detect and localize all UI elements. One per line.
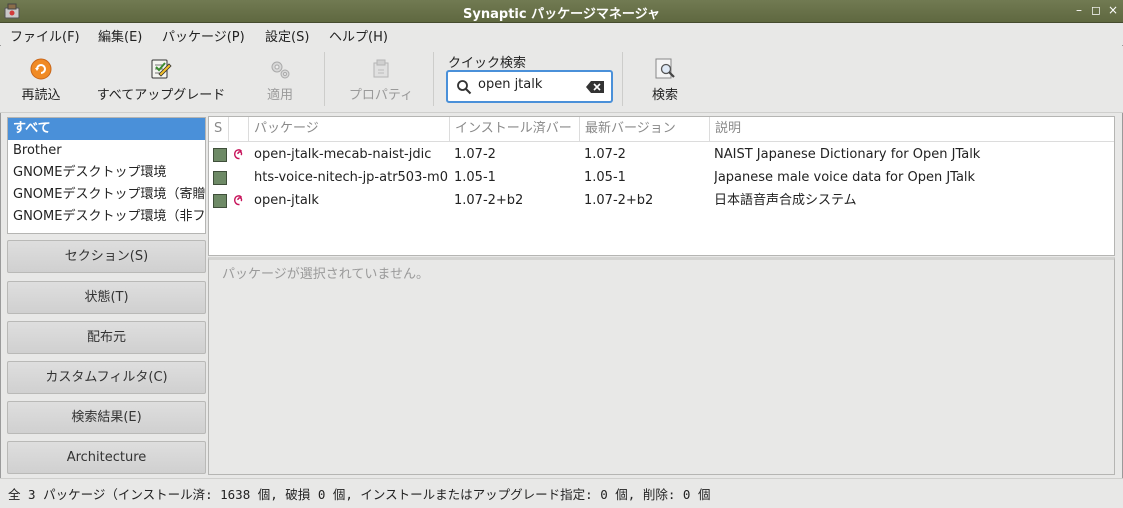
quick-search-input[interactable]: [478, 77, 586, 92]
installed-version: 1.07-2: [454, 147, 496, 162]
package-detail-pane: パッケージが選択されていません。: [208, 257, 1115, 475]
quick-search-field[interactable]: [446, 70, 613, 103]
filter-item-all[interactable]: すべて: [8, 118, 205, 140]
package-name: hts-voice-nitech-jp-atr503-m0: [254, 170, 448, 185]
toolbar-separator: [324, 52, 325, 106]
column-installed[interactable]: インストール済バー: [450, 117, 580, 141]
toolbar-separator: [433, 52, 434, 106]
custom-filter-button[interactable]: カスタムフィルタ(C): [7, 361, 206, 394]
filter-item[interactable]: GNOMEデスクトップ環境: [8, 162, 205, 184]
reload-button[interactable]: 再読込: [12, 52, 70, 108]
upgrade-all-icon: [151, 59, 172, 79]
menu-settings[interactable]: 設定(S): [265, 26, 309, 45]
gears-icon: [271, 61, 290, 79]
package-name: open-jtalk-mecab-naist-jdic: [254, 147, 432, 162]
architecture-button[interactable]: Architecture: [7, 441, 206, 474]
status-button[interactable]: 状態(T): [7, 281, 206, 314]
filter-item[interactable]: GNOMEデスクトップ環境（寄贈: [8, 184, 205, 206]
properties-icon: [373, 59, 389, 78]
installed-version: 1.05-1: [454, 170, 496, 185]
column-status[interactable]: S: [209, 117, 229, 141]
window-title: Synaptic パッケージマネージャ: [463, 7, 660, 22]
package-list: S パッケージ インストール済バー 最新バージョン 説明 open-jtalk-…: [208, 116, 1115, 256]
package-description: 日本語音声合成システム: [714, 193, 857, 208]
table-row[interactable]: hts-voice-nitech-jp-atr503-m0 1.05-1 1.0…: [209, 166, 1114, 189]
menu-bar: ファイル(F) 編集(E) パッケージ(P) 設定(S) ヘルプ(H): [0, 23, 1123, 45]
origin-button[interactable]: 配布元: [7, 321, 206, 354]
debian-icon: [234, 195, 243, 206]
status-bar: 全 3 パッケージ（インストール済: 1638 個, 破損 0 個, インストー…: [0, 478, 1123, 508]
filter-list: すべて Brother GNOMEデスクトップ環境 GNOMEデスクトップ環境（…: [7, 117, 206, 234]
minimize-icon[interactable]: –: [1072, 3, 1086, 17]
menu-file[interactable]: ファイル(F): [10, 26, 80, 45]
detail-message: パッケージが選択されていません。: [222, 267, 429, 282]
installed-checkbox[interactable]: [213, 194, 227, 208]
apply-button[interactable]: 適用: [258, 52, 302, 108]
menu-edit[interactable]: 編集(E): [98, 26, 142, 45]
magnifier-icon: [457, 80, 472, 95]
package-list-header: S パッケージ インストール済バー 最新バージョン 説明: [209, 117, 1114, 142]
column-description[interactable]: 説明: [710, 117, 1114, 141]
reload-icon: [30, 58, 52, 80]
filter-item[interactable]: Brother: [8, 140, 205, 162]
window-titlebar: Synaptic パッケージマネージャ – ◻ ×: [0, 0, 1123, 23]
properties-label: プロパティ: [348, 88, 414, 103]
search-icon: [655, 58, 675, 79]
apply-label: 適用: [266, 88, 293, 103]
sections-button[interactable]: セクション(S): [7, 240, 206, 273]
search-button[interactable]: 検索: [643, 52, 687, 108]
filter-item[interactable]: GNOMEデスクトップ環境（非フ: [8, 206, 205, 228]
search-label: 検索: [651, 88, 678, 103]
clear-icon[interactable]: [586, 81, 604, 93]
package-description: NAIST Japanese Dictionary for Open JTalk: [714, 147, 981, 162]
package-description: Japanese male voice data for Open JTalk: [714, 170, 976, 185]
reload-label: 再読込: [21, 88, 61, 103]
installed-checkbox[interactable]: [213, 171, 227, 185]
quick-search-label: クイック検索: [448, 56, 527, 71]
column-package[interactable]: パッケージ: [249, 117, 450, 141]
properties-button[interactable]: プロパティ: [345, 52, 417, 108]
search-results-button[interactable]: 検索結果(E): [7, 401, 206, 434]
column-latest[interactable]: 最新バージョン: [580, 117, 710, 141]
upgrade-all-button[interactable]: すべてアップグレード: [92, 52, 230, 108]
menu-package[interactable]: パッケージ(P): [162, 26, 245, 45]
menu-help[interactable]: ヘルプ(H): [329, 26, 388, 45]
upgrade-all-label: すべてアップグレード: [96, 88, 226, 103]
latest-version: 1.07-2+b2: [584, 193, 654, 208]
table-row[interactable]: open-jtalk 1.07-2+b2 1.07-2+b2 日本語音声合成シス…: [209, 189, 1114, 212]
latest-version: 1.05-1: [584, 170, 626, 185]
toolbar-separator: [622, 52, 623, 106]
installed-checkbox[interactable]: [213, 148, 227, 162]
close-icon[interactable]: ×: [1106, 3, 1120, 17]
latest-version: 1.07-2: [584, 147, 626, 162]
table-row[interactable]: open-jtalk-mecab-naist-jdic 1.07-2 1.07-…: [209, 143, 1114, 166]
column-support[interactable]: [229, 117, 249, 141]
maximize-icon[interactable]: ◻: [1089, 3, 1103, 17]
debian-icon: [234, 149, 243, 160]
status-text: 全 3 パッケージ（インストール済: 1638 個, 破損 0 個, インストー…: [8, 487, 711, 502]
installed-version: 1.07-2+b2: [454, 193, 524, 208]
package-name: open-jtalk: [254, 193, 319, 208]
